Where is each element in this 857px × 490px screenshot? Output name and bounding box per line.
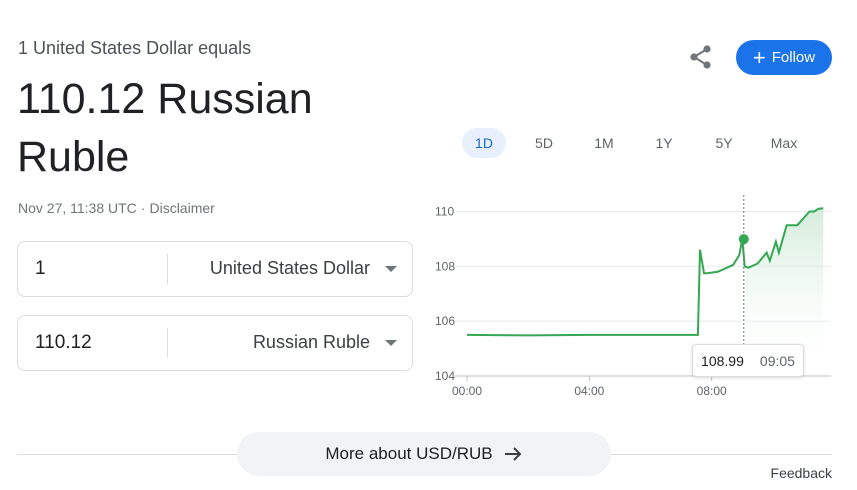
share-icon[interactable] bbox=[688, 44, 714, 70]
follow-button[interactable]: + Follow bbox=[736, 40, 832, 75]
range-tab-1d[interactable]: 1D bbox=[462, 128, 506, 158]
exchange-rate: 110.12 Russian Ruble bbox=[17, 75, 313, 181]
to-amount-input[interactable]: 110.12 bbox=[35, 332, 92, 354]
y-tick-label: 110 bbox=[435, 204, 454, 218]
y-tick-label: 108 bbox=[435, 259, 455, 273]
to-currency-field[interactable]: 110.12 Russian Ruble bbox=[17, 315, 413, 371]
to-currency-select[interactable]: Russian Ruble bbox=[253, 332, 370, 353]
from-currency-select[interactable]: United States Dollar bbox=[210, 258, 370, 279]
follow-label: Follow bbox=[771, 49, 816, 66]
from-currency-field[interactable]: 1 United States Dollar bbox=[17, 241, 413, 297]
arrow-right-icon bbox=[504, 447, 522, 461]
x-tick-label: 08:00 bbox=[697, 384, 727, 398]
meta-separator: · bbox=[140, 200, 146, 216]
range-tab-1y[interactable]: 1Y bbox=[642, 128, 686, 158]
chart-tooltip: 108.99 09:05 bbox=[692, 344, 804, 377]
range-tab-max[interactable]: Max bbox=[762, 128, 806, 158]
more-about-button[interactable]: More about USD/RUB bbox=[237, 432, 611, 476]
disclaimer-link[interactable]: Disclaimer bbox=[149, 200, 214, 216]
range-tab-5d[interactable]: 5D bbox=[522, 128, 566, 158]
x-tick-label: 00:00 bbox=[452, 384, 482, 398]
equals-label: 1 United States Dollar equals bbox=[18, 38, 252, 58]
more-about-label: More about USD/RUB bbox=[325, 444, 493, 463]
rate-meta: Nov 27, 11:38 UTC · Disclaimer bbox=[18, 200, 215, 216]
y-tick-label: 104 bbox=[435, 369, 455, 383]
from-amount-input[interactable]: 1 bbox=[35, 258, 46, 280]
field-divider bbox=[167, 328, 168, 358]
plus-icon: + bbox=[752, 44, 766, 70]
x-tick-label: 04:00 bbox=[574, 384, 604, 398]
timestamp: Nov 27, 11:38 UTC bbox=[18, 200, 137, 216]
feedback-link[interactable]: Feedback bbox=[771, 465, 832, 481]
range-tab-5y[interactable]: 5Y bbox=[702, 128, 746, 158]
range-tabs: 1D 5D 1M 1Y 5Y Max bbox=[462, 128, 822, 158]
tooltip-value: 108.99 bbox=[701, 352, 744, 369]
hover-point bbox=[738, 234, 749, 245]
field-divider bbox=[167, 254, 168, 284]
tooltip-time: 09:05 bbox=[759, 352, 795, 369]
range-tab-1m[interactable]: 1M bbox=[582, 128, 626, 158]
y-tick-label: 106 bbox=[435, 314, 455, 328]
chevron-down-icon[interactable] bbox=[385, 340, 397, 346]
chevron-down-icon[interactable] bbox=[385, 266, 397, 272]
